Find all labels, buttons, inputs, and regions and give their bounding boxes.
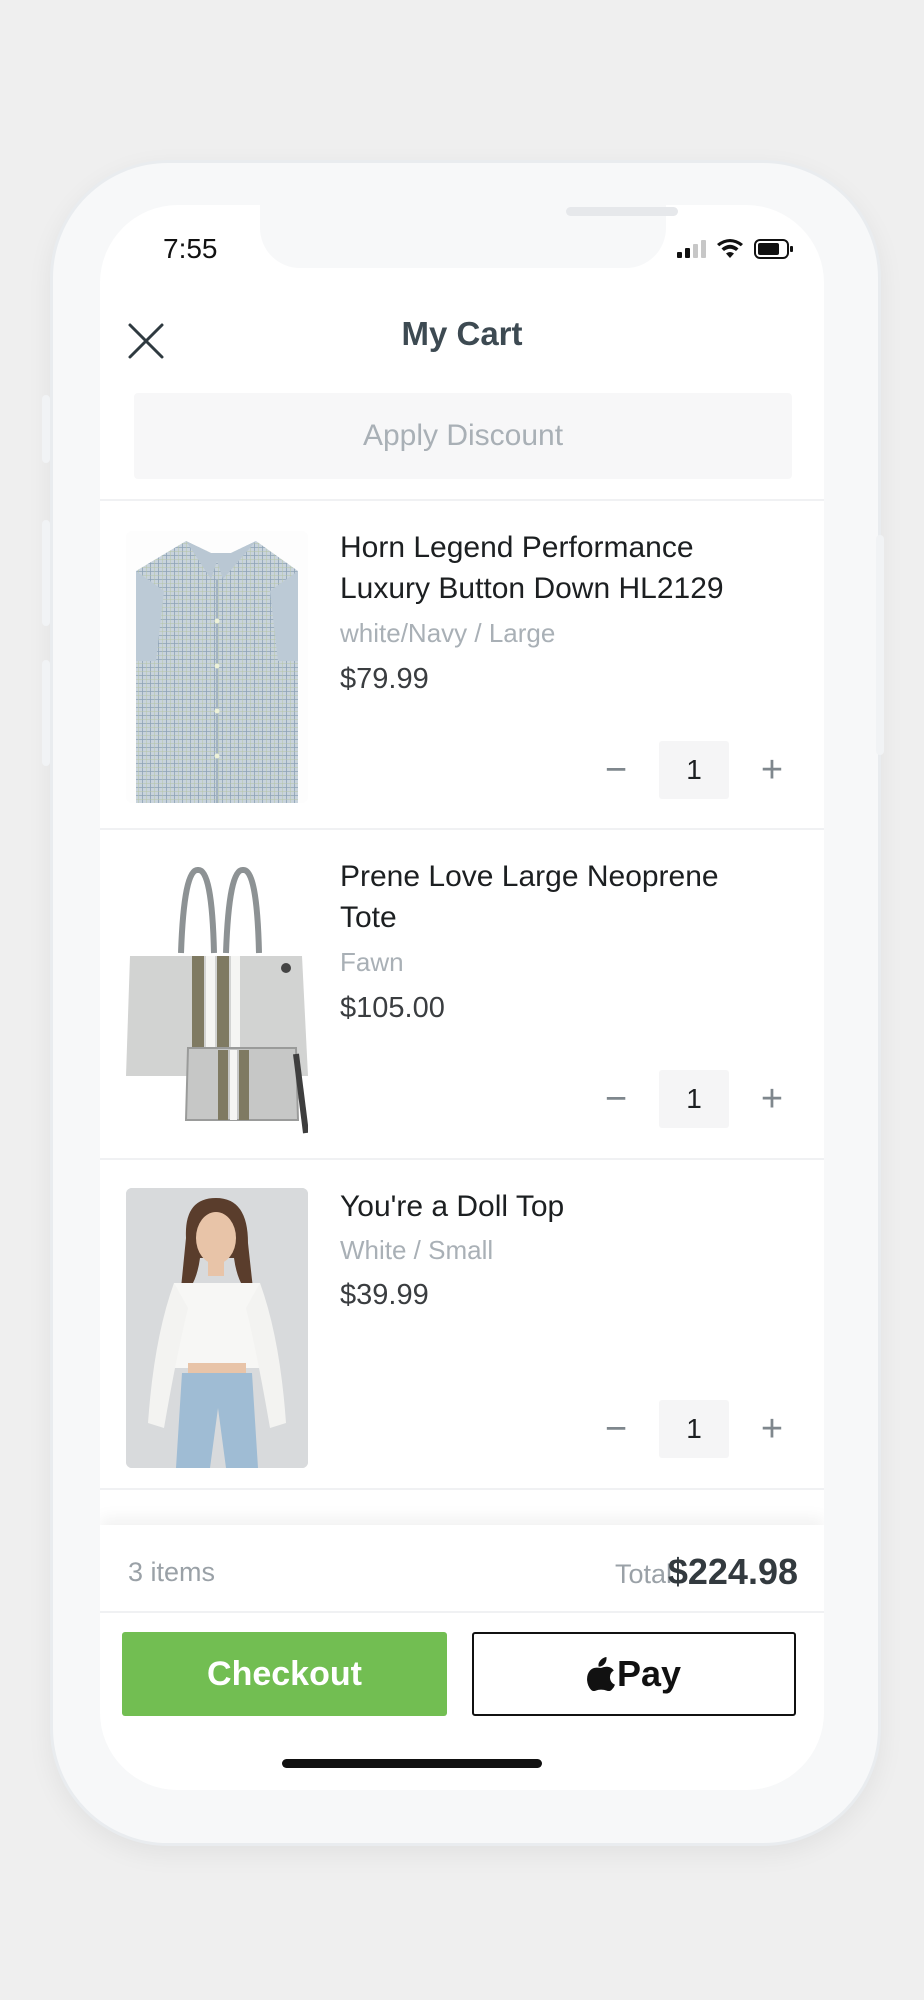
wifi-icon bbox=[717, 239, 743, 258]
speaker-grille bbox=[566, 207, 678, 216]
item-name[interactable]: You're a Doll Top bbox=[340, 1186, 780, 1227]
divider bbox=[100, 1488, 824, 1490]
decrease-quantity-button[interactable]: − bbox=[599, 1408, 633, 1451]
item-variant: white/Navy / Large bbox=[340, 618, 556, 648]
signal-icon bbox=[677, 240, 706, 258]
decrease-quantity-button[interactable]: − bbox=[599, 1078, 633, 1121]
quantity-stepper: − 1 + bbox=[599, 1400, 789, 1458]
quantity-stepper: − 1 + bbox=[599, 741, 789, 799]
phone-side-button bbox=[42, 395, 50, 463]
total-value: $224.98 bbox=[667, 1551, 798, 1592]
notch bbox=[260, 205, 678, 268]
phone-volume-up-button bbox=[42, 520, 50, 626]
product-image-top[interactable] bbox=[126, 1188, 308, 1468]
item-variant: White / Small bbox=[340, 1235, 494, 1265]
decrease-quantity-button[interactable]: − bbox=[599, 749, 633, 792]
quantity-stepper: − 1 + bbox=[599, 1070, 789, 1128]
increase-quantity-button[interactable]: + bbox=[755, 1408, 789, 1451]
phone-volume-down-button bbox=[42, 660, 50, 766]
divider bbox=[100, 1611, 824, 1613]
home-indicator bbox=[282, 1759, 542, 1768]
quantity-value[interactable]: 1 bbox=[659, 1070, 729, 1128]
total-label: Total bbox=[614, 1559, 672, 1589]
quantity-value[interactable]: 1 bbox=[659, 1400, 729, 1458]
increase-quantity-button[interactable]: + bbox=[755, 749, 789, 792]
apple-pay-button[interactable]: Pay bbox=[472, 1632, 796, 1716]
apple-pay-label: Pay bbox=[616, 1653, 682, 1694]
cart-footer: 3 items Total $224.98 Checkout Pay bbox=[100, 1525, 824, 1790]
cart-item: Horn Legend Performance Luxury Button Do… bbox=[100, 501, 824, 829]
checkout-button[interactable]: Checkout bbox=[122, 1632, 447, 1716]
item-price: $39.99 bbox=[340, 1279, 429, 1311]
quantity-value[interactable]: 1 bbox=[659, 741, 729, 799]
item-price: $79.99 bbox=[340, 663, 429, 695]
battery-icon bbox=[754, 239, 793, 259]
item-variant: Fawn bbox=[340, 947, 404, 977]
phone-screen: 7:55 My Cart Apply Discount Horn Legend … bbox=[100, 205, 824, 1790]
apply-discount-button[interactable]: Apply Discount bbox=[134, 393, 792, 479]
items-count: 3 items bbox=[128, 1557, 216, 1587]
increase-quantity-button[interactable]: + bbox=[755, 1078, 789, 1121]
product-image-shirt[interactable] bbox=[126, 531, 308, 803]
item-name[interactable]: Prene Love Large Neoprene Tote bbox=[340, 856, 780, 938]
apple-logo-icon bbox=[587, 1657, 615, 1691]
phone-power-button bbox=[876, 535, 884, 755]
item-name[interactable]: Horn Legend Performance Luxury Button Do… bbox=[340, 527, 780, 609]
cart-item: Prene Love Large Neoprene Tote Fawn $105… bbox=[100, 830, 824, 1158]
status-icons bbox=[677, 238, 794, 260]
status-time: 7:55 bbox=[163, 233, 218, 264]
product-image-tote[interactable] bbox=[126, 858, 308, 1146]
page-title: My Cart bbox=[401, 315, 523, 352]
cart-item: You're a Doll Top White / Small $39.99 −… bbox=[100, 1160, 824, 1488]
item-price: $105.00 bbox=[340, 992, 445, 1024]
